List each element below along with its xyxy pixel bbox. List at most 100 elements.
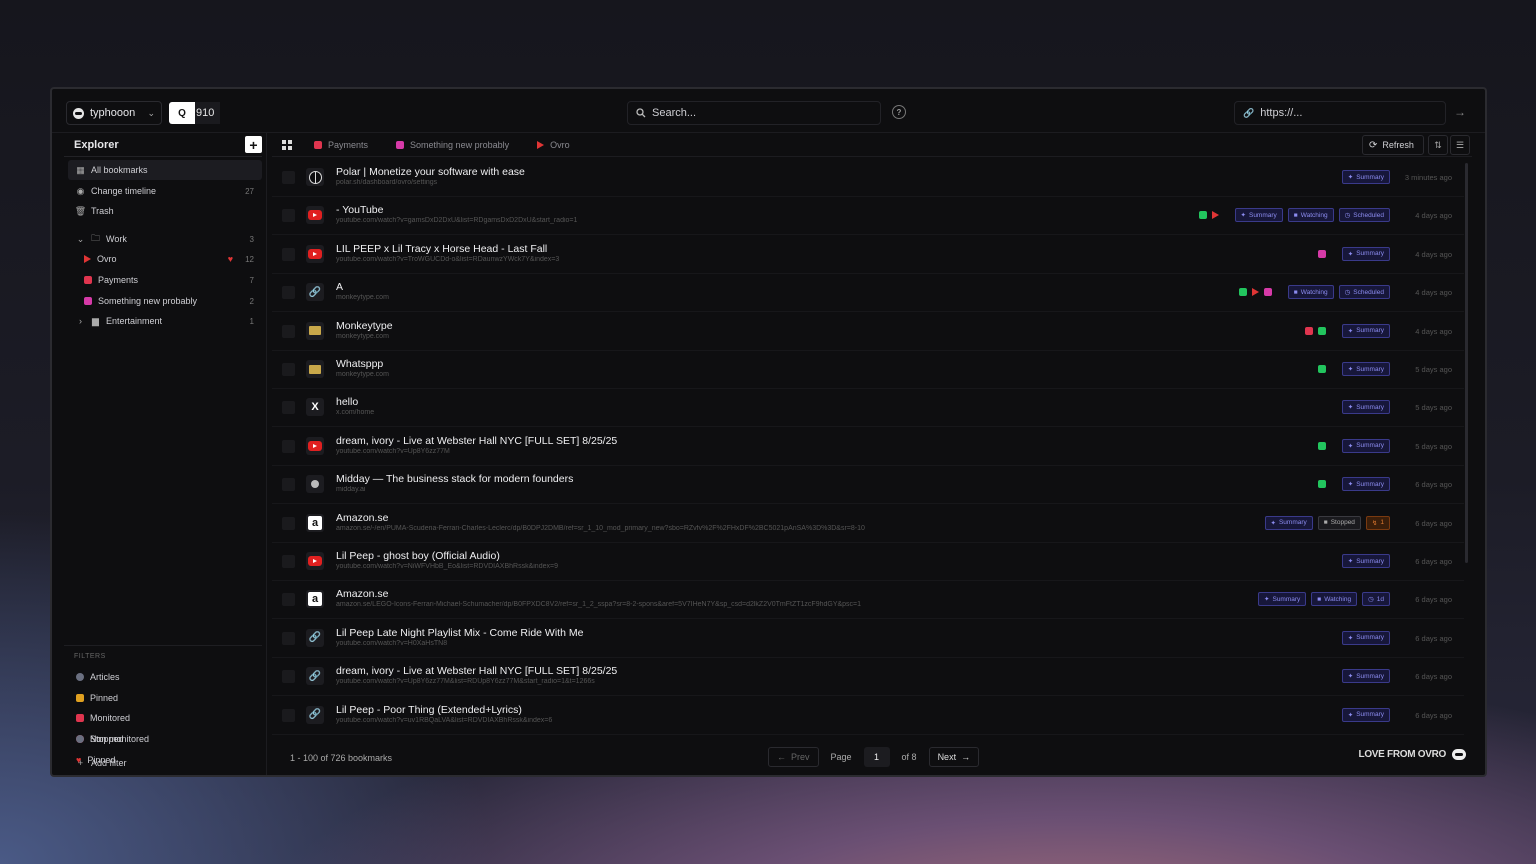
row-checkbox[interactable] <box>282 286 295 300</box>
tab-something-new[interactable]: Something new probably <box>396 140 509 150</box>
bookmark-title[interactable]: LIL PEEP x Lil Tracy x Horse Head - Last… <box>336 243 547 255</box>
summary-chip[interactable]: ✦ Summary <box>1341 669 1390 684</box>
summary-chip[interactable]: ✦ Summary <box>1341 170 1390 184</box>
scrollbar[interactable] <box>1465 163 1468 563</box>
bookmark-title[interactable]: A <box>336 281 343 293</box>
watching-chip[interactable]: ■ Watching <box>1287 285 1334 300</box>
sidebar-item-change-timeline[interactable]: ◉ Change timeline 27 <box>68 181 262 201</box>
bookmark-row[interactable]: - YouTube youtube.com/watch?v=gamsDxD2DxU… <box>272 197 1464 236</box>
chip-icon: ◷ <box>1344 289 1351 297</box>
bookmark-row[interactable]: LIL PEEP x Lil Tracy x Horse Head - Last… <box>272 236 1464 274</box>
row-checkbox[interactable] <box>282 670 295 684</box>
summary-chip[interactable]: ✦ Summary <box>1341 246 1390 261</box>
refresh-button[interactable]: ⟳ Refresh <box>1362 135 1424 155</box>
bookmark-row[interactable]: a Amazon.se amazon.se/-/en/PUMA-Scuderia-F… <box>272 505 1464 543</box>
explorer-title: Explorer <box>74 138 119 151</box>
url-input[interactable]: 🔗 https://... <box>1234 101 1446 125</box>
bookmark-row[interactable]: 🔗 Lil Peep Late Night Playlist Mix - Come… <box>272 620 1464 658</box>
bookmark-row[interactable]: Polar | Monetize your software with ease… <box>272 159 1464 197</box>
summary-chip[interactable]: ✦ Summary <box>1341 707 1390 722</box>
summary-chip[interactable]: ✦ Summary <box>1341 400 1390 415</box>
row-checkbox[interactable] <box>282 631 295 645</box>
bookmark-row[interactable]: a Amazon.se amazon.se/LEGO-Icons-Ferrari-M… <box>272 581 1464 620</box>
bookmark-title[interactable]: - YouTube <box>336 204 384 216</box>
bookmark-title[interactable]: Lil Peep Late Night Playlist Mix - Come … <box>336 627 583 639</box>
row-checkbox[interactable] <box>282 555 295 568</box>
row-checkbox[interactable] <box>282 401 295 415</box>
bookmark-title[interactable]: Midday — The business stack for modern f… <box>336 473 573 485</box>
row-checkbox[interactable] <box>282 247 295 261</box>
summary-chip[interactable]: ✦ Summary <box>1341 554 1390 568</box>
stopped-chip[interactable]: ■ Stopped <box>1317 515 1361 530</box>
sidebar-item-trash[interactable]: 🗑 Trash <box>68 201 262 221</box>
list-view-icon[interactable]: ☰ <box>1450 135 1470 155</box>
folder-ovro[interactable]: Ovro ♥ 12 <box>68 249 262 269</box>
bookmark-row[interactable]: Xhello x.com/home ✦ Summary 5 days ago <box>272 389 1464 428</box>
scheduled-chip[interactable]: ◷ Scheduled <box>1338 208 1390 223</box>
tab-ovro[interactable]: Ovro <box>537 140 570 150</box>
row-checkbox[interactable] <box>282 516 295 530</box>
workspace-switcher[interactable]: typhooon ⌄ <box>66 101 162 125</box>
folder-something-new[interactable]: Something new probably 2 <box>68 291 262 311</box>
filter-monitored[interactable]: Monitored <box>68 708 262 728</box>
search-input[interactable]: Search... <box>627 101 881 125</box>
watching-chip[interactable]: ■ Watching <box>1287 208 1334 223</box>
bookmark-title[interactable]: Lil Peep - ghost boy (Official Audio) <box>336 550 500 562</box>
bookmark-row[interactable]: Monkeytype monkeytype.com ✦ Summary 4 days a… <box>272 313 1464 351</box>
bookmark-row[interactable]: Lil Peep - ghost boy (Official Audio) you… <box>272 543 1464 581</box>
change-count-chip[interactable]: ↯ 1 <box>1365 515 1390 530</box>
bookmark-title[interactable]: hello <box>336 396 358 408</box>
summary-chip[interactable]: ✦ Summary <box>1258 592 1307 607</box>
tab-payments[interactable]: Payments <box>314 140 368 150</box>
bookmark-title[interactable]: Whatsppp <box>336 358 383 370</box>
shortcut-pill[interactable]: Q 910 <box>169 102 223 124</box>
summary-chip[interactable]: ✦ Summary <box>1341 323 1390 338</box>
summary-chip[interactable]: ✦ Summary <box>1341 477 1390 492</box>
bookmark-title[interactable]: Monkeytype <box>336 320 393 332</box>
bookmark-row[interactable]: 🔗 Amonkeytype.com ■ Watching ◷ Scheduled 4 day… <box>272 274 1464 313</box>
prev-button[interactable]: ← Prev <box>768 747 819 767</box>
scheduled-chip[interactable]: ◷ Scheduled <box>1338 285 1390 300</box>
row-checkbox[interactable] <box>282 171 295 184</box>
bookmark-title[interactable]: Amazon.se <box>336 588 389 600</box>
grid-view-icon[interactable] <box>276 135 298 155</box>
row-checkbox[interactable] <box>282 324 295 338</box>
add-filter-button[interactable]: + Add filter <box>68 753 262 773</box>
folder-payments[interactable]: Payments 7 <box>68 270 262 290</box>
filter-non-monitored[interactable]: Non monitored <box>68 729 262 749</box>
watching-chip[interactable]: ■ Watching <box>1311 592 1358 607</box>
sidebar-item-all-bookmarks[interactable]: ▦ All bookmarks <box>68 160 262 180</box>
bookmark-row[interactable]: Whatsppp monkeytype.com ✦ Summary 5 days ago <box>272 351 1464 389</box>
next-button[interactable]: Next → <box>928 747 980 767</box>
filter-pinned[interactable]: Pinned <box>68 688 262 708</box>
summary-chip[interactable]: ✦ Summary <box>1341 438 1390 453</box>
page-number-input[interactable]: 1 <box>863 747 890 767</box>
bookmark-row[interactable]: dream, ivory - Live at Webster Hall NYC … <box>272 428 1464 466</box>
arrow-right-icon[interactable]: → <box>1454 105 1466 119</box>
folder-work[interactable]: ⌄ 🗀 Work 3 <box>68 229 262 249</box>
bookmark-row[interactable]: Midday — The business stack for modern f… <box>272 466 1464 505</box>
bookmark-title[interactable]: dream, ivory - Live at Webster Hall NYC … <box>336 665 617 677</box>
row-checkbox[interactable] <box>282 708 295 722</box>
summary-chip[interactable]: ✦ Summary <box>1341 630 1390 645</box>
row-checkbox[interactable] <box>282 209 295 223</box>
row-checkbox[interactable] <box>282 363 295 376</box>
bookmark-row[interactable]: 🔗 dream, ivory - Live at Webster Hall NYC… <box>272 658 1464 697</box>
help-icon[interactable]: ? <box>892 105 906 119</box>
summary-chip[interactable]: ✦ Summary <box>1234 208 1283 223</box>
interval-chip[interactable]: ◷ 1d <box>1362 592 1390 607</box>
row-checkbox[interactable] <box>282 439 295 453</box>
add-button[interactable]: + <box>245 136 262 153</box>
bookmark-title[interactable]: Lil Peep - Poor Thing (Extended+Lyrics) <box>336 704 522 716</box>
filter-articles[interactable]: Articles <box>68 667 262 687</box>
folder-entertainment[interactable]: › ▆ Entertainment 1 <box>68 311 262 331</box>
sort-icon[interactable]: ⇅ <box>1428 135 1448 155</box>
bookmark-row[interactable]: 🔗 Lil Peep - Poor Thing (Extended+Lyrics)… <box>272 697 1464 735</box>
summary-chip[interactable]: ✦ Summary <box>1264 515 1313 530</box>
row-checkbox[interactable] <box>282 478 295 492</box>
bookmark-title[interactable]: dream, ivory - Live at Webster Hall NYC … <box>336 435 617 447</box>
summary-chip[interactable]: ✦ Summary <box>1341 362 1390 376</box>
bookmark-title[interactable]: Amazon.se <box>336 512 389 524</box>
row-checkbox[interactable] <box>282 593 295 607</box>
bookmark-title[interactable]: Polar | Monetize your software with ease <box>336 166 525 178</box>
